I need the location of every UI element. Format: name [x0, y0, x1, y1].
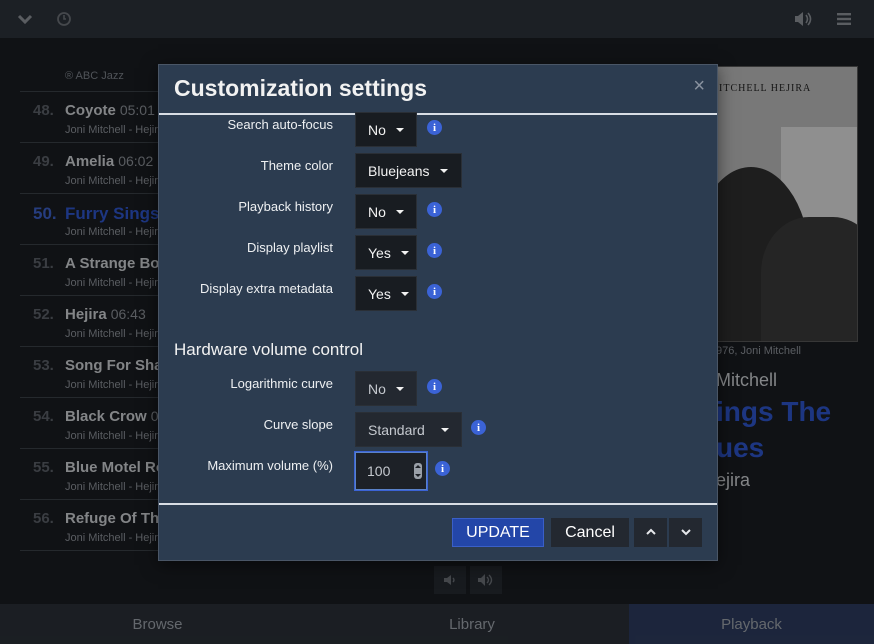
playback-history-select[interactable]: No — [355, 194, 417, 229]
info-icon[interactable]: i — [427, 120, 442, 135]
theme-color-select[interactable]: Bluejeans — [355, 153, 462, 188]
logarithmic-curve-select[interactable]: No — [355, 371, 417, 406]
section-title: Hardware volume control — [174, 340, 363, 359]
scroll-down-button[interactable] — [669, 518, 702, 547]
logarithmic-curve-label: Logarithmic curve — [230, 376, 333, 391]
customization-dialog: Customization settings × Search auto-foc… — [158, 64, 718, 561]
maximum-volume-label: Maximum volume (%) — [207, 458, 333, 473]
select-value: Bluejeans — [368, 162, 430, 179]
cancel-button[interactable]: Cancel — [551, 518, 629, 547]
divider — [159, 113, 717, 115]
info-icon[interactable]: i — [471, 420, 486, 435]
spinner-icon[interactable] — [414, 463, 422, 479]
caret-down-icon — [400, 250, 409, 255]
update-button[interactable]: UPDATE — [452, 518, 544, 547]
info-icon[interactable]: i — [427, 284, 442, 299]
search-autofocus-label: Search auto-focus — [227, 117, 333, 132]
display-playlist-select[interactable]: Yes — [355, 235, 417, 270]
caret-down-icon — [395, 209, 404, 214]
theme-color-label: Theme color — [260, 158, 333, 173]
display-playlist-label: Display playlist — [247, 240, 333, 255]
chevron-up-icon — [645, 524, 657, 542]
curve-slope-select[interactable]: Standard — [355, 412, 462, 447]
select-value: No — [368, 380, 386, 397]
close-icon[interactable]: × — [693, 75, 705, 98]
caret-down-icon — [395, 386, 404, 391]
chevron-down-icon — [680, 524, 692, 542]
display-extra-metadata-select[interactable]: Yes — [355, 276, 417, 311]
caret-down-icon — [440, 427, 449, 432]
divider — [159, 503, 717, 505]
scroll-up-button[interactable] — [634, 518, 667, 547]
info-icon[interactable]: i — [435, 461, 450, 476]
select-value: No — [368, 203, 386, 220]
playback-history-label: Playback history — [238, 199, 333, 214]
select-value: Yes — [368, 244, 391, 261]
caret-down-icon — [395, 127, 404, 132]
select-value: Yes — [368, 285, 391, 302]
curve-slope-label: Curve slope — [263, 417, 333, 432]
select-value: Standard — [368, 421, 425, 438]
info-icon[interactable]: i — [427, 379, 442, 394]
caret-down-icon — [439, 168, 448, 173]
info-icon[interactable]: i — [427, 202, 442, 217]
search-autofocus-select[interactable]: No — [355, 112, 417, 147]
info-icon[interactable]: i — [427, 243, 442, 258]
dialog-title: Customization settings — [174, 75, 428, 101]
input-value: 100 — [367, 463, 391, 479]
maximum-volume-input[interactable]: 100 — [355, 452, 427, 490]
caret-down-icon — [400, 291, 409, 296]
select-value: No — [368, 121, 386, 138]
display-extra-metadata-label: Display extra metadata — [200, 281, 333, 296]
